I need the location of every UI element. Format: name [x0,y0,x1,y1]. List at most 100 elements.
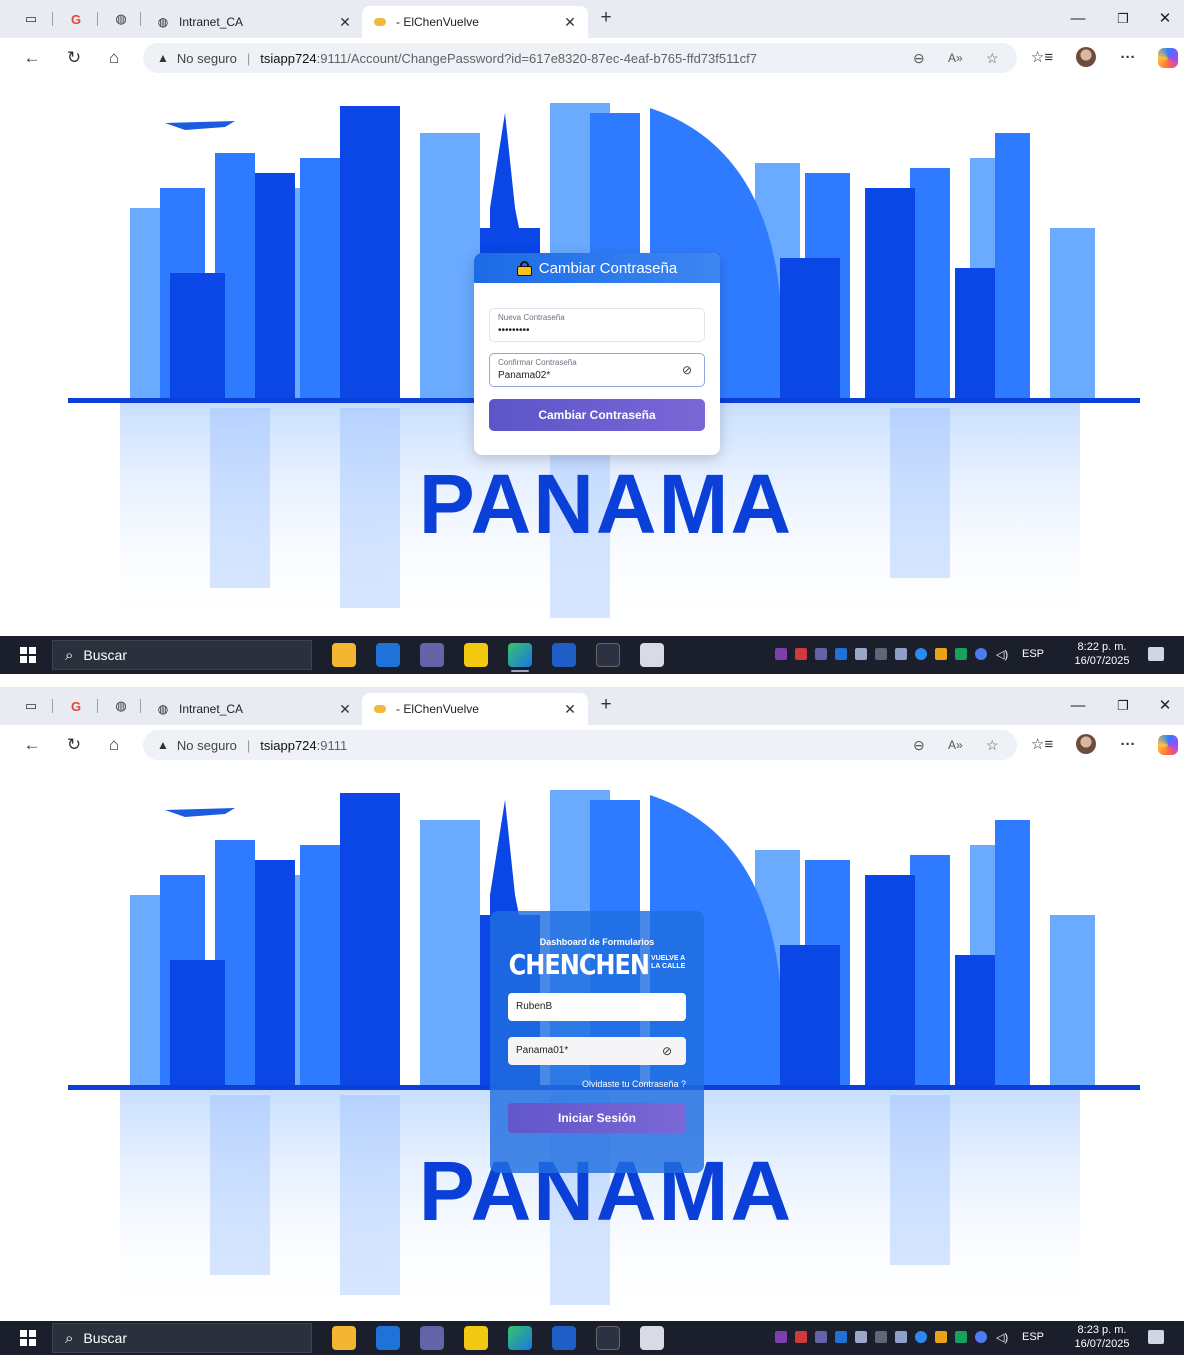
address-bar[interactable]: ▲ No seguro | tsiapp724:9111/Account/Cha… [143,43,1017,73]
back-icon[interactable]: ← [20,47,44,69]
avatar[interactable] [1076,47,1096,67]
mail-icon[interactable] [895,648,907,660]
tab-actions-icon[interactable]: ▭ [22,10,40,28]
warning-icon[interactable]: ▲ [157,51,169,65]
security-tray-icon[interactable] [935,648,947,660]
paint-icon[interactable] [596,643,620,667]
home-icon[interactable]: ⌂ [102,734,126,756]
eye-off-icon[interactable]: ⊘ [680,363,694,377]
favorite-icon[interactable]: ☆ [986,43,999,73]
battery-icon[interactable] [855,1331,867,1343]
refresh-icon[interactable]: ↻ [62,47,86,69]
zoom-icon[interactable]: ⊖ [913,43,925,73]
close-icon[interactable]: ✕ [560,701,580,718]
onedrive-icon[interactable] [915,1331,927,1343]
globe-icon[interactable]: ◍ [112,697,130,715]
app-tray-icon[interactable] [955,648,967,660]
refresh-icon[interactable]: ↻ [62,734,86,756]
collections-icon[interactable]: ☆≡ [1030,734,1054,756]
forgot-password-link[interactable]: Olvidaste tu Contraseña ? [508,1079,686,1089]
teams-tray-icon[interactable] [815,648,827,660]
teams-tray-icon[interactable] [815,1331,827,1343]
change-password-button[interactable]: Cambiar Contraseña [489,399,705,431]
close-icon[interactable]: ✕ [560,14,580,31]
defender-icon[interactable] [975,648,987,660]
home-icon[interactable]: ⌂ [102,47,126,69]
copilot-icon[interactable] [1158,48,1178,68]
login-button[interactable]: Iniciar Sesión [508,1103,686,1133]
mail-icon[interactable] [895,1331,907,1343]
taskbar-search[interactable]: ⌕ Buscar [52,640,312,670]
tab-elchenvuelve[interactable]: - ElChenVuelve ✕ [362,693,588,725]
taskbar-search[interactable]: ⌕ Buscar [52,1323,312,1353]
word-icon[interactable] [552,643,576,667]
google-icon[interactable]: G [67,697,85,715]
paint-icon[interactable] [596,1326,620,1350]
username-input[interactable]: RubenB [508,993,686,1021]
app-tray-icon[interactable] [795,648,807,660]
tab-intranet[interactable]: ◍ Intranet_CA ✕ [145,693,363,725]
close-icon[interactable]: ✕ [335,14,355,31]
restore-icon[interactable]: ❐ [1108,695,1138,717]
file-explorer-icon[interactable] [332,1326,356,1350]
notification-icon[interactable] [1148,1330,1164,1344]
minimize-icon[interactable]: — [1063,8,1093,30]
more-icon[interactable]: ··· [1116,47,1140,69]
snipping-tool-icon[interactable] [640,1326,664,1350]
battery-icon[interactable] [855,648,867,660]
zoom-icon[interactable]: ⊖ [913,730,925,760]
defender-icon[interactable] [975,1331,987,1343]
edge-icon[interactable] [508,643,532,672]
copilot-icon[interactable] [1158,735,1178,755]
favorite-icon[interactable]: ☆ [986,730,999,760]
plus-icon[interactable]: + [597,695,615,714]
read-aloud-icon[interactable]: A» [948,730,963,760]
teams-icon[interactable] [420,1326,444,1350]
language-indicator[interactable]: ESP [1022,1331,1044,1343]
plus-icon[interactable]: + [597,8,615,27]
back-icon[interactable]: ← [20,734,44,756]
app-tray-icon[interactable] [955,1331,967,1343]
language-indicator[interactable]: ESP [1022,648,1044,660]
globe-icon[interactable]: ◍ [112,10,130,28]
avatar[interactable] [1076,734,1096,754]
edge-icon[interactable] [508,1326,532,1350]
power-bi-icon[interactable] [464,643,488,667]
more-icon[interactable]: ··· [1116,734,1140,756]
outlook-tray-icon[interactable] [835,648,847,660]
windows-icon[interactable] [20,1330,36,1346]
word-icon[interactable] [552,1326,576,1350]
close-window-icon[interactable]: ✕ [1150,695,1180,717]
wifi-icon[interactable] [875,1331,887,1343]
clock[interactable]: 8:22 p. m. 16/07/2025 [1070,640,1134,668]
security-tray-icon[interactable] [935,1331,947,1343]
minimize-icon[interactable]: — [1063,695,1093,717]
eye-off-icon[interactable]: ⊘ [662,1044,676,1058]
app-tray-icon[interactable] [795,1331,807,1343]
wifi-icon[interactable] [875,648,887,660]
notification-icon[interactable] [1148,647,1164,661]
address-bar[interactable]: ▲ No seguro | tsiapp724:9111 ⊖ A» ☆ [143,730,1017,760]
new-password-field[interactable]: Nueva Contraseña ••••••••• [489,308,705,342]
warning-icon[interactable]: ▲ [157,738,169,752]
restore-icon[interactable]: ❐ [1108,8,1138,30]
onenote-icon[interactable] [775,1331,787,1343]
collections-icon[interactable]: ☆≡ [1030,47,1054,69]
clock[interactable]: 8:23 p. m. 16/07/2025 [1070,1323,1134,1351]
tab-actions-icon[interactable]: ▭ [22,697,40,715]
file-explorer-icon[interactable] [332,643,356,667]
google-icon[interactable]: G [67,10,85,28]
windows-icon[interactable] [20,647,36,663]
volume-icon[interactable]: ◁) [996,1331,1008,1344]
snipping-tool-icon[interactable] [640,643,664,667]
confirm-password-field[interactable]: Confirmar Contraseña Panama02* ⊘ [489,353,705,387]
onedrive-icon[interactable] [915,648,927,660]
power-bi-icon[interactable] [464,1326,488,1350]
outlook-icon[interactable] [376,1326,400,1350]
onenote-icon[interactable] [775,648,787,660]
close-icon[interactable]: ✕ [335,701,355,718]
password-input[interactable]: Panama01* ⊘ [508,1037,686,1065]
outlook-tray-icon[interactable] [835,1331,847,1343]
outlook-icon[interactable] [376,643,400,667]
close-window-icon[interactable]: ✕ [1150,8,1180,30]
